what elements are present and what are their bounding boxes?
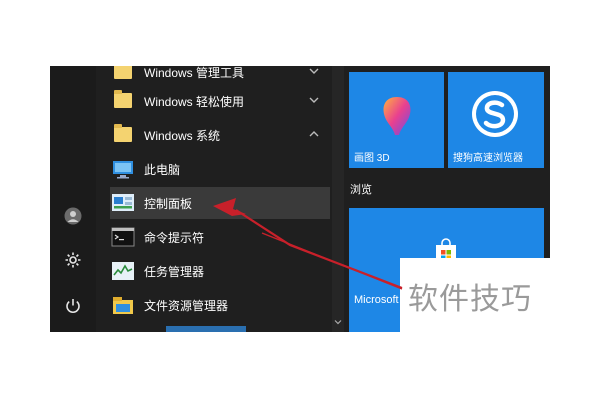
annotation-arrow-line [235, 209, 403, 290]
annotation-arrow-line-inner [261, 232, 403, 290]
annotation-layer [213, 198, 403, 290]
annotation-arrowhead [213, 198, 246, 216]
